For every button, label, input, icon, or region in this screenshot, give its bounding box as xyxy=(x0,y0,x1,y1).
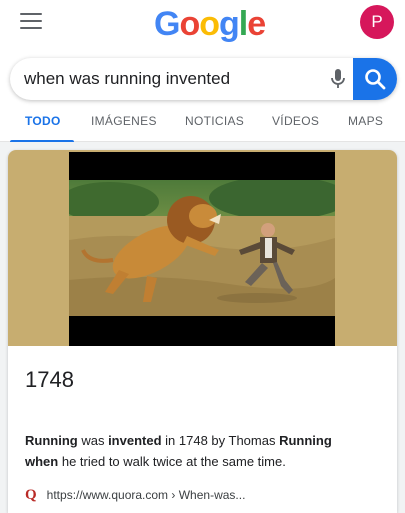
lion-chasing-man-image xyxy=(69,180,335,316)
snippet-bold: Running xyxy=(279,433,332,448)
snippet-text: Running was invented in 1748 by Thomas R… xyxy=(25,430,385,472)
tab-noticias[interactable]: NOTICIAS xyxy=(185,114,244,128)
search-tabs: TODO IMÁGENES NOTICIAS VÍDEOS MAPS xyxy=(0,104,405,143)
logo-letter: G xyxy=(154,5,180,43)
tab-todo[interactable]: TODO xyxy=(25,114,61,128)
logo-letter: o xyxy=(179,5,200,43)
video-thumbnail[interactable] xyxy=(69,152,335,346)
snippet-plain: he tried to walk twice at the same time. xyxy=(58,454,286,469)
featured-snippet-card: 1748 Running was invented in 1748 by Tho… xyxy=(8,150,397,513)
tab-videos[interactable]: VÍDEOS xyxy=(272,114,319,128)
snippet-plain: in 1748 by Thomas xyxy=(161,433,280,448)
search-icon xyxy=(365,69,386,90)
snippet-bold: invented xyxy=(108,433,162,448)
answer-title: 1748 xyxy=(25,367,74,392)
quora-icon: Q xyxy=(25,486,37,503)
search-button[interactable] xyxy=(353,58,397,100)
snippet-plain: was xyxy=(77,433,109,448)
tab-imagenes[interactable]: IMÁGENES xyxy=(91,114,157,128)
microphone-icon[interactable] xyxy=(328,68,348,90)
hamburger-menu-icon[interactable] xyxy=(20,13,42,31)
logo-letter: e xyxy=(247,5,266,43)
snippet-bold: Running xyxy=(25,433,78,448)
source-link[interactable]: Q https://www.quora.com › When-was... xyxy=(25,486,245,504)
tab-maps[interactable]: MAPS xyxy=(348,114,383,128)
video-thumbnail-container[interactable] xyxy=(8,150,397,346)
account-avatar[interactable]: P xyxy=(360,5,394,39)
source-url[interactable]: https://www.quora.com › When-was... xyxy=(47,488,246,502)
search-box xyxy=(10,58,397,100)
logo-letter: l xyxy=(238,5,249,43)
logo-letter: g xyxy=(219,5,240,43)
snippet-bold: when xyxy=(25,454,59,469)
search-input[interactable] xyxy=(24,58,314,100)
logo-letter: o xyxy=(199,5,220,43)
top-bar: Google P xyxy=(0,0,405,52)
google-logo[interactable]: Google xyxy=(154,4,266,44)
